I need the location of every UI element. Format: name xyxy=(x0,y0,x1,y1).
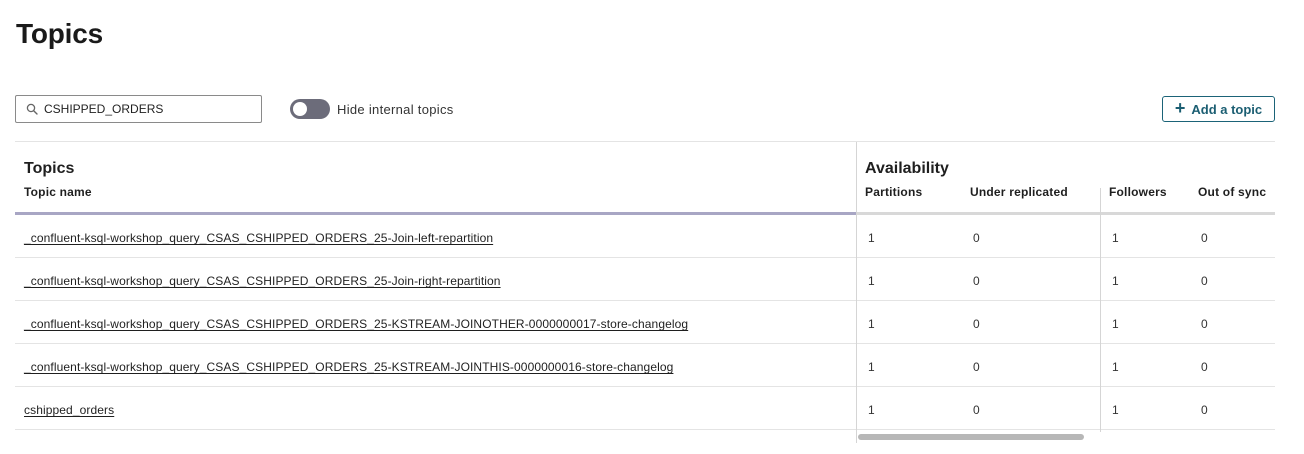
plus-icon: + xyxy=(1174,98,1186,118)
column-header-topic-name[interactable]: Topic name xyxy=(24,185,92,199)
under-replicated-cell: 0 xyxy=(973,317,980,331)
under-replicated-cell: 0 xyxy=(973,231,980,245)
column-header-under-replicated[interactable]: Under replicated xyxy=(970,185,1068,199)
hide-internal-topics-toggle[interactable] xyxy=(290,99,330,119)
topics-group-header: Topics xyxy=(24,160,75,177)
out-of-sync-cell: 0 xyxy=(1201,231,1208,245)
scrollbar-thumb[interactable] xyxy=(858,434,1084,440)
under-replicated-cell: 0 xyxy=(973,403,980,417)
followers-cell: 1 xyxy=(1112,317,1119,331)
topics-table: Topics Topic name Availability Partition… xyxy=(15,141,1275,443)
table-row: _confluent-ksql-workshop_query_CSAS_CSHI… xyxy=(15,215,1275,258)
partitions-cell: 1 xyxy=(868,231,875,245)
topic-link[interactable]: _confluent-ksql-workshop_query_CSAS_CSHI… xyxy=(24,360,673,374)
topic-link[interactable]: _confluent-ksql-workshop_query_CSAS_CSHI… xyxy=(24,274,501,288)
add-topic-label: Add a topic xyxy=(1191,101,1263,117)
search-input[interactable] xyxy=(44,102,244,116)
out-of-sync-cell: 0 xyxy=(1201,360,1208,374)
column-header-out-of-sync[interactable]: Out of sync xyxy=(1198,185,1266,199)
out-of-sync-cell: 0 xyxy=(1201,403,1208,417)
table-row: cshipped_orders 1 0 1 0 xyxy=(15,387,1275,430)
partitions-cell: 1 xyxy=(868,360,875,374)
table-row: _confluent-ksql-workshop_query_CSAS_CSHI… xyxy=(15,301,1275,344)
column-divider xyxy=(1100,188,1101,432)
availability-group-header: Availability xyxy=(865,160,949,177)
under-replicated-cell: 0 xyxy=(973,274,980,288)
horizontal-scrollbar[interactable] xyxy=(857,434,1275,440)
topic-link[interactable]: cshipped_orders xyxy=(24,403,114,417)
column-header-followers[interactable]: Followers xyxy=(1109,185,1167,199)
column-header-partitions[interactable]: Partitions xyxy=(865,185,922,199)
page-title: Topics xyxy=(16,18,103,49)
add-topic-button[interactable]: + Add a topic xyxy=(1162,96,1275,122)
partitions-cell: 1 xyxy=(868,274,875,288)
hide-internal-topics-label: Hide internal topics xyxy=(337,102,454,117)
toggle-knob xyxy=(293,102,307,116)
out-of-sync-cell: 0 xyxy=(1201,274,1208,288)
partitions-cell: 1 xyxy=(868,317,875,331)
table-row: _confluent-ksql-workshop_query_CSAS_CSHI… xyxy=(15,258,1275,301)
under-replicated-cell: 0 xyxy=(973,360,980,374)
table-row: _confluent-ksql-workshop_query_CSAS_CSHI… xyxy=(15,344,1275,387)
topic-link[interactable]: _confluent-ksql-workshop_query_CSAS_CSHI… xyxy=(24,317,688,331)
followers-cell: 1 xyxy=(1112,231,1119,245)
followers-cell: 1 xyxy=(1112,274,1119,288)
search-box[interactable] xyxy=(15,95,262,123)
followers-cell: 1 xyxy=(1112,403,1119,417)
topic-link[interactable]: _confluent-ksql-workshop_query_CSAS_CSHI… xyxy=(24,231,493,245)
followers-cell: 1 xyxy=(1112,360,1119,374)
search-icon xyxy=(26,103,38,115)
column-divider xyxy=(856,142,857,443)
out-of-sync-cell: 0 xyxy=(1201,317,1208,331)
partitions-cell: 1 xyxy=(868,403,875,417)
